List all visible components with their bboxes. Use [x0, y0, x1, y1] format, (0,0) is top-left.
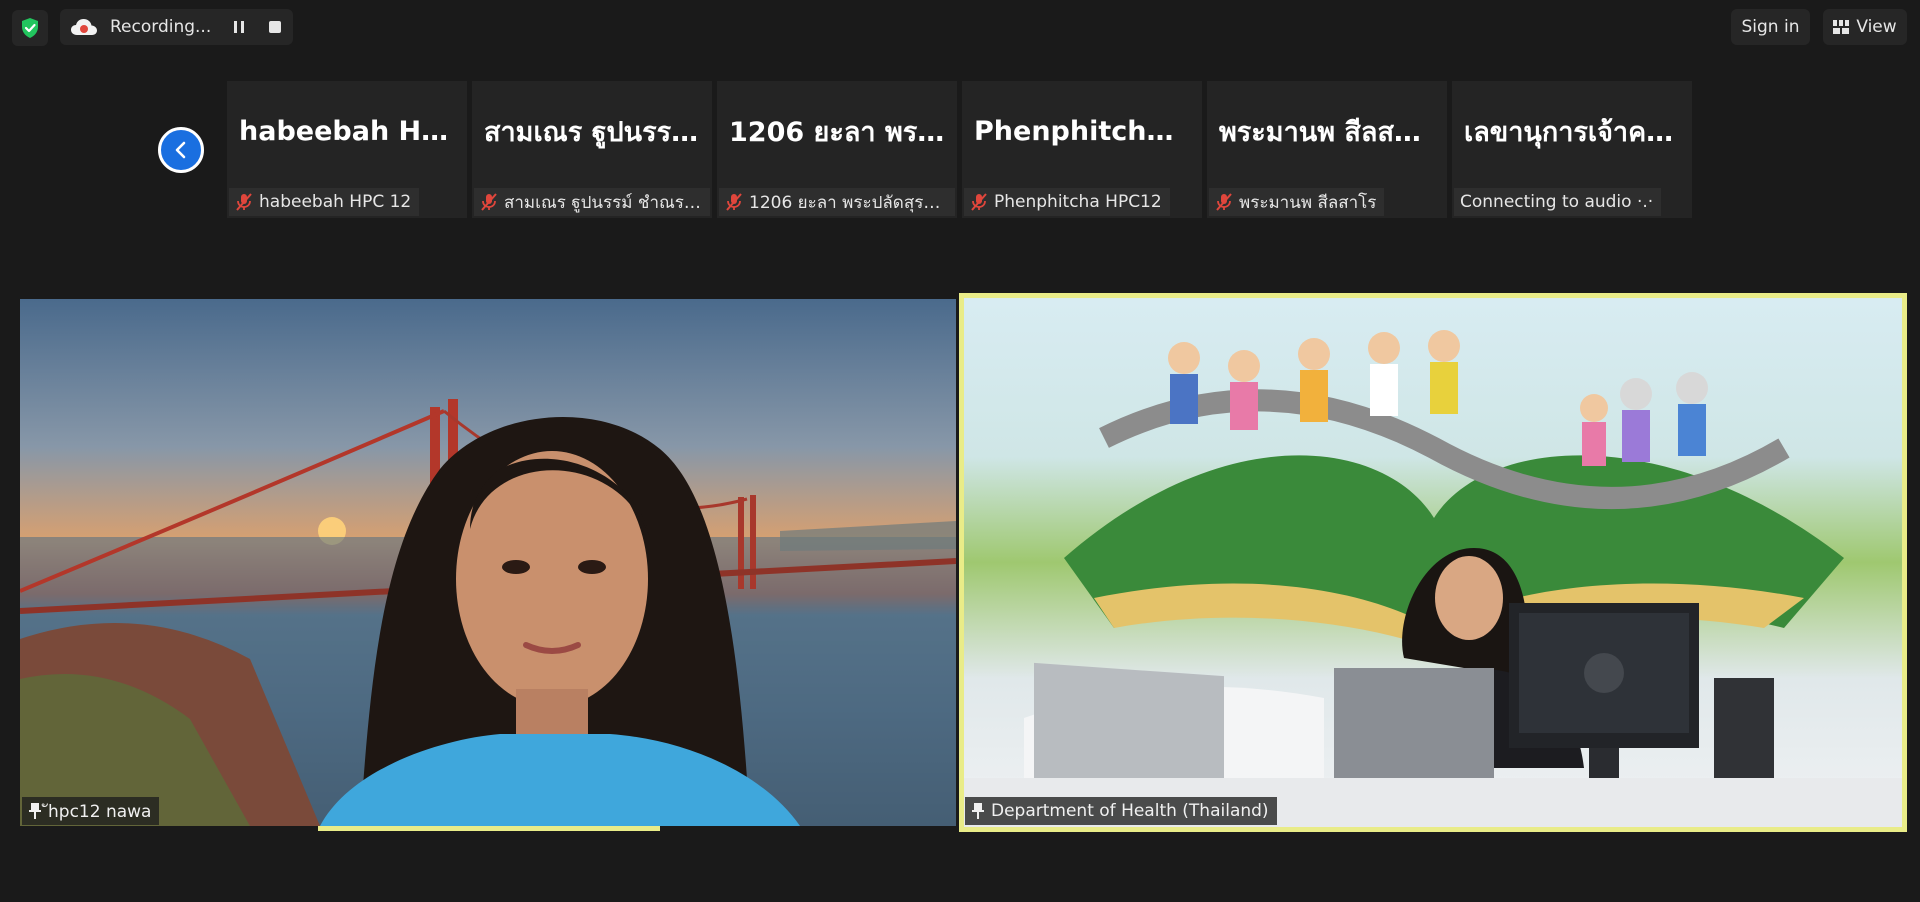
mic-muted-icon — [1216, 193, 1232, 211]
mic-muted-icon — [726, 193, 742, 211]
stop-recording-button[interactable] — [264, 17, 286, 37]
security-shield-button[interactable] — [12, 10, 48, 46]
stop-icon — [269, 21, 281, 33]
pin-icon — [972, 803, 984, 819]
video-name-tag-right: Department of Health (Thailand) — [965, 797, 1277, 825]
participant-name-label: สามเณร ฐูปนรรม์ ชำณรงค์ — [474, 188, 710, 216]
recording-indicator: Recording... — [60, 9, 293, 45]
participant-name-label: Phenphitcha HPC12 — [964, 188, 1170, 216]
participant-tile[interactable]: เลขานุการเจ้าคณ... Connecting to audio ·… — [1452, 81, 1692, 218]
top-bar: Recording... Sign in View — [0, 0, 1920, 56]
video-tile-left[interactable] — [20, 299, 956, 826]
participant-name-label: habeebah HPC 12 — [229, 188, 420, 216]
chevron-left-icon — [175, 141, 186, 159]
cloud-recording-icon — [71, 19, 97, 35]
participant-tile[interactable]: สามเณร ฐูปนรร... สามเณร ฐูปนรรม์ ชำณรงค์ — [472, 81, 712, 218]
participant-tile[interactable]: 1206 ยะลา พระ... 1206 ยะลา พระปลัดสุรชัย… — [717, 81, 957, 218]
participant-video-person — [320, 416, 800, 826]
video-name-right: Department of Health (Thailand) — [991, 801, 1269, 821]
participant-name-label: Connecting to audio ·.· — [1454, 188, 1662, 216]
participant-tile[interactable]: พระมานพ สีลสาโร พระมานพ สีลสาโร — [1207, 81, 1447, 218]
recording-label: Recording... — [110, 17, 212, 37]
participant-tile[interactable]: habeebah HPC 12 habeebah HPC 12 — [227, 81, 467, 218]
mic-muted-icon — [971, 193, 987, 211]
sign-in-button[interactable]: Sign in — [1731, 9, 1810, 45]
view-button[interactable]: View — [1823, 9, 1907, 45]
participant-tile[interactable]: Phenphitcha H... Phenphitcha HPC12 — [962, 81, 1202, 218]
view-label: View — [1856, 17, 1897, 37]
mic-muted-icon — [236, 193, 252, 211]
grid-view-icon — [1833, 20, 1850, 34]
participant-name-label: 1206 ยะลา พระปลัดสุรชัย... — [719, 188, 955, 216]
shield-check-icon — [22, 18, 38, 38]
participant-name-label: พระมานพ สีลสาโร — [1209, 188, 1385, 216]
video-tile-right[interactable] — [959, 293, 1907, 832]
video-name-tag-left: ัhpc12 nawa — [22, 797, 160, 825]
video-name-left: ัhpc12 nawa — [48, 801, 152, 822]
strip-previous-button[interactable] — [158, 127, 204, 173]
pause-icon — [234, 21, 244, 33]
participant-video-presenter — [964, 330, 1902, 827]
active-speaker-bar — [318, 826, 660, 831]
pin-icon — [29, 803, 41, 819]
pause-recording-button[interactable] — [228, 17, 250, 37]
mic-muted-icon — [481, 193, 497, 211]
